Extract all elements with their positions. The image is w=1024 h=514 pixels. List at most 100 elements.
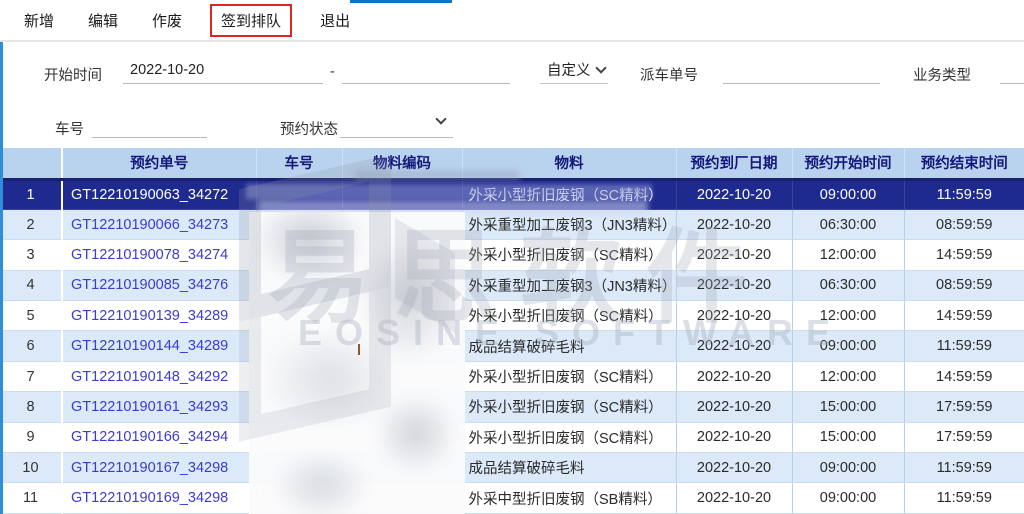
order-no-link[interactable]: GT12210190161_34293 [62,392,256,422]
start-time-cell: 12:00:00 [792,361,904,391]
table-row[interactable]: 6GT12210190144_34289 成品结算破碎毛料2022-10-2009… [0,331,1024,361]
start-time-cell: 09:00:00 [792,179,904,209]
table-row[interactable]: 4GT12210190085_34276 外采重型加工废钢3（JN3精料）2022… [0,270,1024,300]
dispatch-no-input[interactable] [723,56,880,84]
checkin-queue-button[interactable]: 签到排队 [210,4,292,37]
range-preset-select[interactable]: 自定义 [540,56,608,84]
end-time-cell: 11:59:59 [904,453,1024,483]
redaction-blur-selected-row [246,182,660,212]
redaction-blur-overlay [249,212,465,514]
chevron-down-icon [435,113,446,124]
material-cell: 外采小型折旧废钢（SC精料） [462,301,676,331]
row-number-cell: 11 [0,483,62,513]
business-type-input[interactable] [1000,56,1024,84]
range-preset-value: 自定义 [547,59,591,80]
filter-panel: 开始时间 2022-10-20 - 自定义 派车单号 业务类型 车号 预约状态 [0,42,1024,148]
row-number-cell: 2 [0,209,62,239]
end-time-cell: 14:59:59 [904,240,1024,270]
order-no-link[interactable]: GT12210190085_34276 [62,270,256,300]
end-time-cell: 11:59:59 [904,331,1024,361]
start-time-label: 开始时间 [44,64,102,85]
arrival-date-cell: 2022-10-20 [676,301,792,331]
order-no-link[interactable]: GT12210190148_34292 [62,361,256,391]
end-time-cell: 14:59:59 [904,301,1024,331]
status-label: 预约状态 [280,118,338,139]
end-time-cell: 17:59:59 [904,392,1024,422]
order-no-link[interactable]: GT12210190139_34289 [62,301,256,331]
end-time-cell: 11:59:59 [904,483,1024,513]
table-row[interactable]: 10GT12210190167_34298成品结算破碎毛料2022-10-200… [0,453,1024,483]
col-header-arrival-date: 预约到厂日期 [676,148,792,179]
arrival-date-cell: 2022-10-20 [676,270,792,300]
order-no-link[interactable]: GT12210190078_34274 [62,240,256,270]
vehicle-no-input[interactable] [92,110,207,138]
order-no-link[interactable]: GT12210190066_34273 [62,209,256,239]
col-header-rownum [0,148,62,179]
material-cell: 成品结算破碎毛料 [462,453,676,483]
start-date-input[interactable]: 2022-10-20 [123,56,323,84]
end-date-input[interactable] [342,56,510,84]
arrival-date-cell: 2022-10-20 [676,240,792,270]
col-header-vehicle-no: 车号 [256,148,342,179]
start-time-cell: 06:30:00 [792,209,904,239]
row-number-cell: 6 [0,331,62,361]
arrival-date-cell: 2022-10-20 [676,422,792,452]
row-number-cell: 4 [0,270,62,300]
start-time-cell: 09:00:00 [792,331,904,361]
table-row[interactable]: 8GT12210190161_34293外采小型折旧废钢（SC精料）2022-1… [0,392,1024,422]
table-row[interactable]: 9GT12210190166_34294 外采小型折旧废钢（SC精料）2022-1… [0,422,1024,452]
redaction-blur-wisp [355,170,520,180]
void-button[interactable]: 作废 [152,10,182,31]
arrival-date-cell: 2022-10-20 [676,179,792,209]
order-no-link[interactable]: GT12210190167_34298 [62,453,256,483]
table-row[interactable]: 5GT12210190139_34289外采小型折旧废钢（SC精料）2022-1… [0,301,1024,331]
order-no-link[interactable]: GT12210190166_34294 [62,422,256,452]
active-tab-indicator [350,0,452,3]
material-cell: 成品结算破碎毛料 [462,331,676,361]
arrival-date-cell: 2022-10-20 [676,331,792,361]
new-button[interactable]: 新增 [24,10,54,31]
start-time-cell: 06:30:00 [792,270,904,300]
arrival-date-cell: 2022-10-20 [676,392,792,422]
order-no-link[interactable]: GT12210190169_34298 [62,483,256,513]
vehicle-no-label: 车号 [55,118,84,139]
table-row[interactable]: 7GT12210190148_34292外采小型折旧废钢（SC精料）2022-1… [0,361,1024,391]
end-time-cell: 08:59:59 [904,209,1024,239]
material-cell: 外采小型折旧废钢（SC精料） [462,422,676,452]
date-range-separator: - [330,64,335,80]
row-number-cell: 10 [0,453,62,483]
end-time-cell: 08:59:59 [904,270,1024,300]
arrival-date-cell: 2022-10-20 [676,483,792,513]
order-no-link[interactable]: GT12210190063_34272 [62,179,256,209]
exit-button[interactable]: 退出 [320,10,350,31]
business-type-label: 业务类型 [913,64,971,85]
stray-cursor-mark [358,344,360,355]
toolbar: 新增 编辑 作废 签到排队 退出 [0,0,1024,42]
start-time-cell: 09:00:00 [792,483,904,513]
dispatch-no-label: 派车单号 [640,64,698,85]
table-row[interactable]: 3GT12210190078_34274 外采小型折旧废钢（SC精料）2022-1… [0,240,1024,270]
edit-button[interactable]: 编辑 [88,10,118,31]
order-no-link[interactable]: GT12210190144_34289 [62,331,256,361]
status-select[interactable] [340,110,453,138]
start-time-cell: 15:00:00 [792,422,904,452]
material-cell: 外采小型折旧废钢（SC精料） [462,240,676,270]
arrival-date-cell: 2022-10-20 [676,453,792,483]
col-header-order-no: 预约单号 [62,148,256,179]
material-cell: 外采中型折旧废钢（SB精料） [462,483,676,513]
start-time-cell: 12:00:00 [792,301,904,331]
row-number-cell: 3 [0,240,62,270]
col-header-end-time: 预约结束时间 [904,148,1024,179]
arrival-date-cell: 2022-10-20 [676,361,792,391]
row-number-cell: 9 [0,422,62,452]
material-cell: 外采小型折旧废钢（SC精料） [462,361,676,391]
chevron-down-icon [595,62,606,73]
end-time-cell: 14:59:59 [904,361,1024,391]
start-time-cell: 15:00:00 [792,392,904,422]
table-row[interactable]: 11GT12210190169_34298 外采中型折旧废钢（SB精料）2022-… [0,483,1024,513]
material-cell: 外采重型加工废钢3（JN3精料） [462,270,676,300]
start-time-cell: 12:00:00 [792,240,904,270]
table-body: 1GT12210190063_34272外采小型折旧废钢（SC精料）2022-1… [0,179,1024,513]
left-accent-bar [0,42,3,514]
end-time-cell: 11:59:59 [904,179,1024,209]
